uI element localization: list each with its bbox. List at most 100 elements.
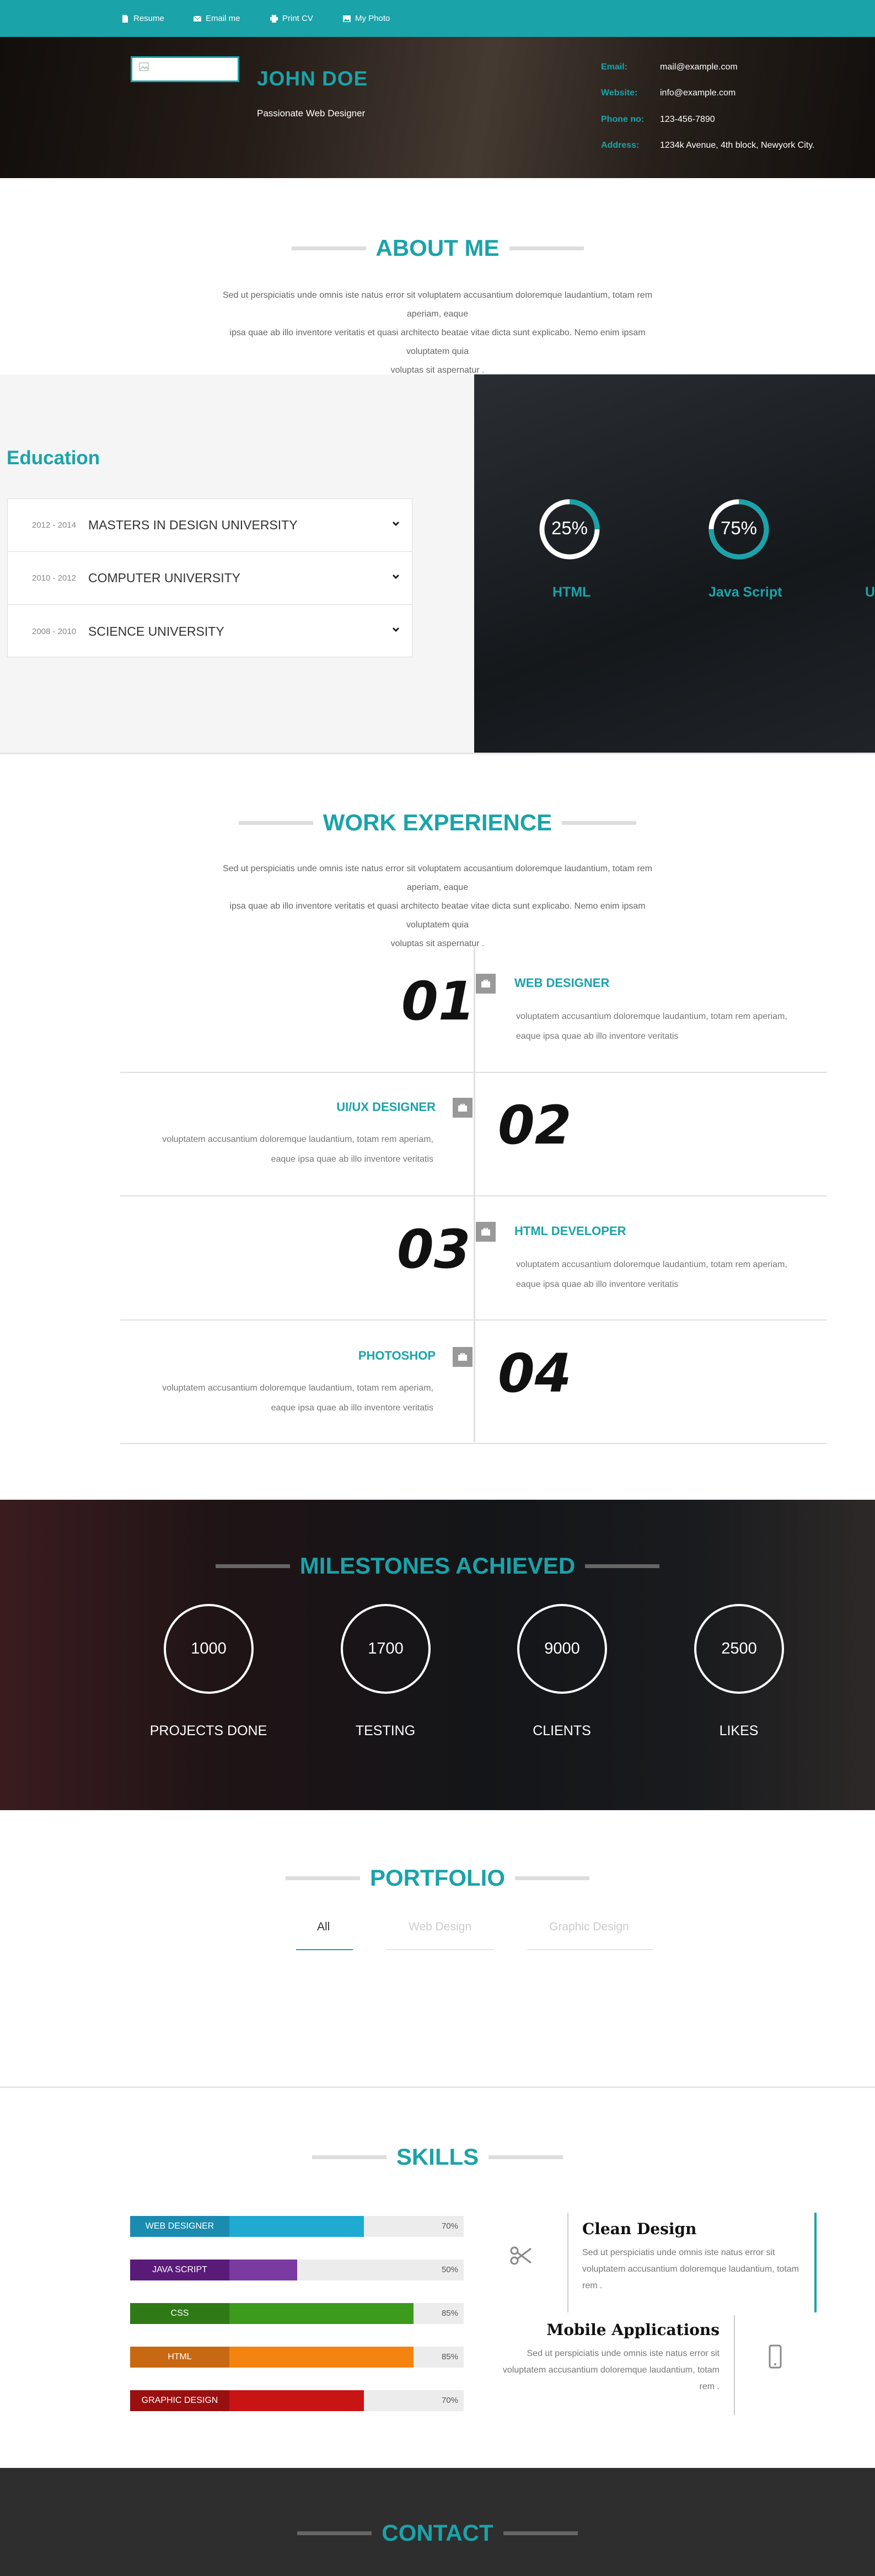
tab-graphic-design[interactable]: Graphic Design (549, 1920, 629, 1934)
contact-title-text: CONTACT (382, 2520, 493, 2546)
tab-underline (527, 1949, 653, 1950)
skills-section-title: SKILLS (0, 2144, 875, 2170)
timeline-separator (120, 1195, 827, 1196)
skill-bar-percent: 85% (441, 2352, 458, 2362)
about-section-title: ABOUT ME (0, 235, 875, 261)
nav-photo-link[interactable]: My Photo (343, 0, 390, 37)
contact-website-value[interactable]: info@example.com (660, 88, 736, 98)
title-divider (515, 1876, 589, 1880)
mobile-icon (769, 2344, 782, 2369)
about-line: ipsa quae ab illo inventore veritatis et… (229, 328, 646, 356)
skills-title-text: SKILLS (396, 2144, 479, 2170)
skill-bar: HTML 85% (130, 2347, 464, 2368)
skill-bar: CSS 85% (130, 2303, 464, 2324)
title-divider (509, 246, 584, 250)
skill-bar-label: HTML (130, 2347, 229, 2368)
nav-email-label: Email me (206, 14, 240, 23)
timeline-text: voluptatem accusantium doloremque laudan… (125, 1378, 433, 1418)
nav-resume-label: Resume (133, 14, 164, 23)
title-divider (562, 820, 637, 825)
title-divider (503, 2531, 578, 2535)
chevron-down-icon (392, 627, 400, 632)
portfolio-section-title: PORTFOLIO (0, 1865, 875, 1891)
feature-text-line: voluptatem accusantium doloremque laudan… (502, 2365, 720, 2375)
title-divider (585, 1564, 660, 1568)
milestone-label: PROJECTS DONE (149, 1723, 267, 1738)
javascript-skill-label: Java Script (708, 584, 782, 600)
third-skill-label: U (865, 584, 875, 600)
briefcase-badge (453, 1347, 473, 1367)
feature-title: Mobile Applications (546, 2321, 720, 2339)
education-years: 2008 - 2010 (32, 626, 77, 636)
contact-phone-row: Phone no: 123-456-7890 (601, 115, 715, 125)
timeline-text-line: voluptatem accusantium doloremque laudan… (516, 1260, 787, 1269)
education-accordion: 2012 - 2014 MASTERS IN DESIGN UNIVERSITY… (7, 498, 412, 657)
javascript-skill-value: 75% (720, 518, 758, 538)
contact-phone-value: 123-456-7890 (660, 115, 715, 124)
work-section-title: WORK EXPERIENCE (0, 809, 875, 836)
file-icon (122, 14, 128, 23)
chevron-down-icon (392, 521, 400, 527)
skill-rings-panel: 25% HTML 75% Java Script U (474, 374, 875, 753)
feature-text-line: voluptatem accusantium doloremque laudan… (582, 2264, 799, 2274)
education-item[interactable]: 2010 - 2012 COMPUTER UNIVERSITY (8, 552, 412, 605)
briefcase-icon (481, 1228, 490, 1236)
contact-email-value[interactable]: mail@example.com (660, 62, 738, 72)
contact-website-key: Website: (601, 88, 638, 98)
skill-bar-label: WEB DESIGNER (130, 2216, 229, 2237)
education-name: SCIENCE UNIVERSITY (88, 624, 224, 638)
timeline-number: 03 (397, 1219, 471, 1280)
tab-all[interactable]: All (317, 1920, 330, 1934)
milestone-label: TESTING (355, 1723, 416, 1738)
tab-web-design[interactable]: Web Design (409, 1920, 471, 1934)
about-line: Sed ut perspiciatis unde omnis iste natu… (222, 291, 653, 319)
contact-section-title: CONTACT (0, 2520, 875, 2546)
timeline-text: voluptatem accusantium doloremque laudan… (516, 1007, 825, 1046)
title-divider (291, 246, 366, 250)
contact-email-key: Email: (601, 62, 628, 72)
timeline-text-line: eaque ipsa quae ab illo inventore verita… (271, 1155, 433, 1164)
nav-print-link[interactable]: Print CV (270, 0, 313, 37)
education-years: 2010 - 2012 (32, 573, 77, 583)
timeline-separator (120, 1443, 827, 1444)
nav-resume-link[interactable]: Resume (121, 0, 164, 37)
education-name: MASTERS IN DESIGN UNIVERSITY (88, 518, 298, 532)
feature-text-line: rem . (582, 2281, 603, 2290)
briefcase-icon (458, 1353, 467, 1361)
education-name: COMPUTER UNIVERSITY (88, 571, 241, 585)
education-item[interactable]: 2008 - 2010 SCIENCE UNIVERSITY (8, 605, 412, 658)
timeline-separator (120, 1072, 827, 1073)
skill-bar-percent: 70% (441, 2396, 458, 2405)
title-divider (312, 2155, 386, 2159)
timeline-number: 02 (498, 1094, 572, 1156)
contact-phone-key: Phone no: (601, 115, 645, 124)
timeline-text-line: voluptatem accusantium doloremque laudan… (162, 1135, 433, 1144)
feature-divider (734, 2315, 735, 2415)
feature-title: Clean Design (582, 2220, 697, 2238)
milestone-counter: 1700 (341, 1604, 431, 1694)
education-item[interactable]: 2012 - 2014 MASTERS IN DESIGN UNIVERSITY (8, 499, 412, 552)
timeline-text-line: voluptatem accusantium doloremque laudan… (162, 1383, 433, 1393)
timeline-number: 01 (401, 970, 475, 1032)
timeline-title: UI/UX DESIGNER (336, 1100, 436, 1114)
briefcase-icon (481, 980, 490, 988)
title-divider (489, 2155, 563, 2159)
education-title: Education (7, 447, 100, 469)
milestones-title-text: MILESTONES ACHIEVED (299, 1553, 576, 1579)
work-title-text: WORK EXPERIENCE (323, 809, 552, 835)
timeline-separator (120, 1319, 827, 1321)
timeline-text-line: eaque ipsa quae ab illo inventore verita… (516, 1032, 679, 1041)
skill-bar-percent: 50% (441, 2265, 458, 2274)
timeline-number: 04 (498, 1343, 572, 1404)
timeline-title: WEB DESIGNER (514, 976, 610, 990)
contact-email-row: Email: mail@example.com (601, 62, 738, 72)
html-skill-label: HTML (552, 584, 591, 600)
feature-divider (567, 2213, 568, 2312)
milestone-counter: 9000 (517, 1604, 607, 1694)
envelope-icon (194, 15, 201, 22)
skill-bar-label: GRAPHIC DESIGN (130, 2390, 229, 2411)
about-text: Sed ut perspiciatis unde omnis iste natu… (210, 286, 665, 380)
image-icon (343, 15, 351, 22)
nav-email-link[interactable]: Email me (194, 0, 240, 37)
profile-photo (131, 56, 239, 82)
